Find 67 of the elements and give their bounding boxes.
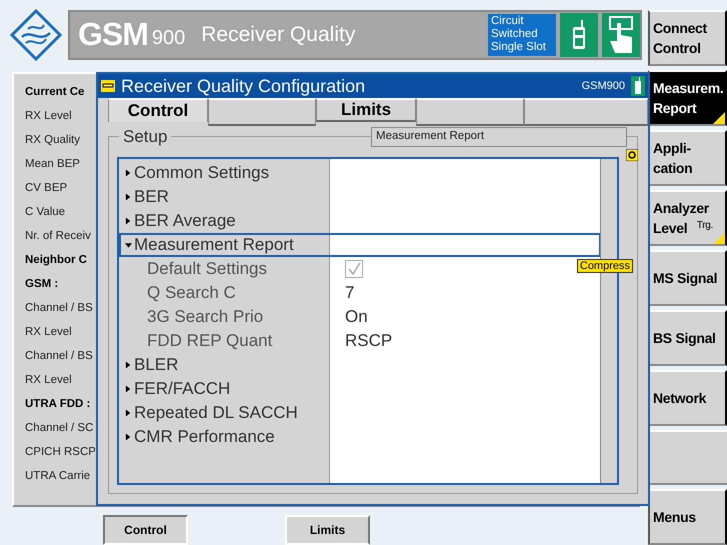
measurement-label: RX Level [25, 374, 73, 388]
measurement-label: CV BEP [25, 182, 68, 196]
measurement-label: Channel / SC [25, 422, 94, 436]
dialog-title: Receiver Quality Configuration [121, 76, 366, 96]
application-title: Receiver Quality [201, 22, 356, 47]
tree-item[interactable]: BER [119, 185, 601, 209]
section-heading: UTRA FDD : [25, 398, 92, 412]
section-heading: Neighbor C [25, 254, 88, 268]
expand-arrow-icon[interactable] [125, 361, 132, 369]
phone-icon [572, 20, 586, 50]
standard-title: GSM [78, 16, 148, 54]
measurement-label: Channel / BS [25, 350, 94, 364]
softkey[interactable]: Appli- cation [648, 130, 727, 186]
hand-pointer-icon[interactable] [606, 14, 636, 55]
setting-value[interactable]: 7 [329, 283, 354, 303]
measurement-label: UTRA Carrie [25, 470, 92, 484]
menus-softkey[interactable]: Menus [648, 489, 727, 545]
setting-label: Default Settings [146, 259, 268, 279]
softkey[interactable]: Analyzer Level Trg. [648, 190, 727, 246]
measurement-label: C Value [25, 206, 66, 220]
group-title: Setup [119, 127, 172, 147]
tree-item[interactable]: Common Settings [119, 161, 601, 185]
softkey[interactable]: MS Signal [648, 250, 727, 306]
dialog-tab[interactable]: Limits [316, 98, 416, 122]
expand-arrow-icon[interactable] [125, 169, 132, 177]
window-menu-icon[interactable] [101, 80, 115, 92]
band-label: GSM900 [582, 80, 625, 92]
measurement-label: Mean BEP [25, 158, 81, 172]
section-heading: Current Ce [25, 86, 86, 100]
setting-value[interactable]: On [329, 307, 368, 327]
tree-item[interactable]: Measurement Report [119, 233, 601, 257]
softkey[interactable]: Measurem. Report [648, 70, 727, 126]
measurement-label: RX Level [25, 110, 73, 124]
tree-item[interactable]: BER Average [119, 209, 601, 233]
softkey[interactable]: Network [648, 370, 727, 426]
band-label: 900 [152, 27, 186, 50]
tab-button[interactable]: Control [103, 515, 188, 545]
setting-label: Q Search C [146, 283, 237, 303]
expand-arrow-icon[interactable] [125, 433, 132, 441]
path-field: Measurement Report [371, 127, 627, 147]
softkey[interactable]: Connect Control [648, 10, 727, 66]
setting-value[interactable]: RSCP [329, 331, 392, 351]
measurement-label: RX Level [25, 326, 73, 340]
measurement-label: Channel / BS [25, 302, 94, 316]
section-heading: GSM : [25, 278, 60, 292]
tree-item[interactable]: BLER [119, 353, 601, 377]
measurement-label: CPICH RSCP [25, 446, 95, 460]
compress-tag[interactable]: Compress [576, 259, 633, 273]
logo-icon [10, 8, 62, 61]
setting-label: 3G Search Prio [146, 307, 264, 327]
expand-arrow-icon[interactable] [125, 409, 132, 417]
measurement-label: RX Quality [25, 134, 81, 148]
tab-button[interactable]: Limits [285, 515, 370, 545]
tree-item[interactable]: FER/FACCH [119, 377, 601, 401]
expand-arrow-icon[interactable] [125, 217, 132, 225]
measurement-label: Nr. of Receiv [25, 230, 92, 244]
setting-label: FDD REP Quant [146, 331, 274, 351]
refresh-icon[interactable] [626, 149, 638, 161]
dialog-tab[interactable]: Control [108, 98, 208, 122]
collapse-arrow-icon[interactable] [125, 241, 132, 249]
mode-indicator: Circuit Switched Single Slot [488, 14, 556, 56]
tree-item[interactable]: CMR Performance [119, 425, 601, 449]
expand-arrow-icon[interactable] [125, 193, 132, 201]
softkey[interactable]: BS Signal [648, 310, 727, 366]
phone-icon [631, 76, 645, 96]
tree-item[interactable]: Repeated DL SACCH [119, 401, 601, 425]
expand-arrow-icon[interactable] [125, 385, 132, 393]
